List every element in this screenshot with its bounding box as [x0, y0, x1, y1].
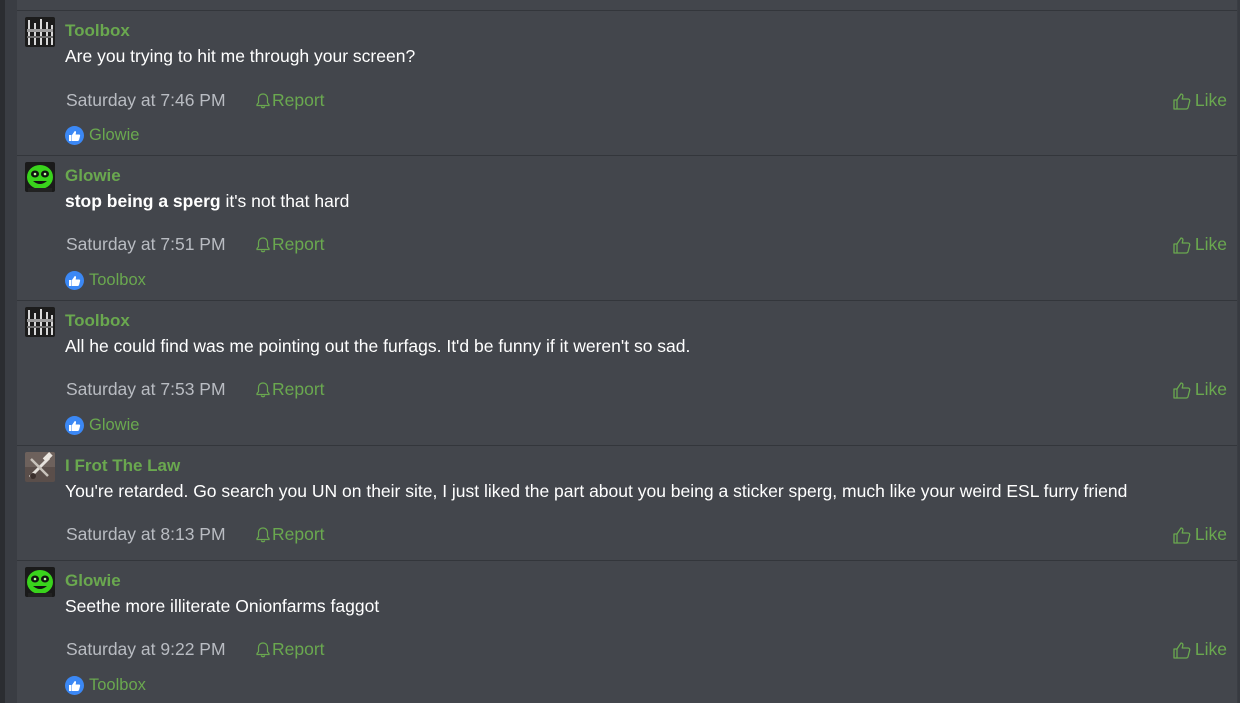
- thumbs-up-icon: [1173, 381, 1191, 399]
- post-username[interactable]: Toolbox: [65, 311, 130, 331]
- post: Glowie Seethe more illiterate Onionfarms…: [17, 561, 1237, 703]
- bell-icon: [256, 526, 270, 542]
- like-label: Like: [1194, 379, 1227, 399]
- post-username[interactable]: Glowie: [65, 166, 121, 186]
- bell-icon: [256, 236, 270, 252]
- post-footer: Saturday at 7:53 PM Report Like: [65, 379, 1227, 403]
- message-bold: stop being a sperg: [65, 191, 221, 211]
- post-timestamp[interactable]: Saturday at 8:13 PM: [66, 524, 226, 545]
- post-username[interactable]: Toolbox: [65, 21, 130, 41]
- like-button[interactable]: Like: [1172, 379, 1227, 400]
- reactions-bar[interactable]: Toolbox: [65, 674, 146, 696]
- toolbox-avatar[interactable]: [25, 17, 55, 47]
- thumbs-up-icon: [1173, 92, 1191, 110]
- reacted-user[interactable]: Glowie: [89, 416, 139, 435]
- message-text: Seethe more illiterate Onionfarms faggot: [65, 596, 380, 616]
- post-timestamp[interactable]: Saturday at 9:22 PM: [66, 639, 226, 660]
- toolbox-avatar[interactable]: [25, 307, 55, 337]
- report-button[interactable]: Report: [255, 639, 325, 660]
- like-reaction-icon: [65, 675, 84, 695]
- reactions-bar[interactable]: Glowie: [65, 414, 139, 436]
- report-button[interactable]: Report: [255, 379, 325, 400]
- like-reaction-icon: [65, 125, 84, 145]
- bell-icon: [256, 641, 270, 657]
- glowie-avatar[interactable]: [25, 567, 55, 597]
- post-footer: Saturday at 7:51 PM Report Like: [65, 234, 1227, 258]
- like-button[interactable]: Like: [1172, 234, 1227, 255]
- like-reaction-icon: [65, 270, 84, 290]
- report-button[interactable]: Report: [255, 524, 325, 545]
- report-label: Report: [272, 639, 325, 659]
- post-message: stop being a sperg it's not that hard: [65, 191, 349, 212]
- post-message: Are you trying to hit me through your sc…: [65, 46, 415, 67]
- post-footer: Saturday at 9:22 PM Report Like: [65, 639, 1227, 663]
- glowie-avatar[interactable]: [25, 162, 55, 192]
- post-message: Seethe more illiterate Onionfarms faggot: [65, 596, 379, 617]
- frot-avatar[interactable]: [25, 452, 55, 482]
- like-reaction-icon: [65, 415, 84, 435]
- post: Glowie stop being a sperg it's not that …: [17, 156, 1237, 301]
- message-text: All he could find was me pointing out th…: [65, 336, 691, 356]
- message-text: it's not that hard: [220, 191, 350, 211]
- thumbs-up-icon: [1173, 526, 1191, 544]
- like-label: Like: [1194, 234, 1227, 254]
- like-label: Like: [1194, 524, 1227, 544]
- left-rail-line: [5, 0, 17, 703]
- like-label: Like: [1194, 90, 1227, 110]
- post-timestamp[interactable]: Saturday at 7:53 PM: [66, 379, 226, 400]
- bell-icon: [256, 92, 270, 108]
- post: I Frot The Law You're retarded. Go searc…: [17, 446, 1237, 561]
- post: Toolbox All he could find was me pointin…: [17, 301, 1237, 446]
- post-username[interactable]: Glowie: [65, 571, 121, 591]
- message-text: Are you trying to hit me through your sc…: [65, 46, 416, 66]
- report-label: Report: [272, 90, 325, 110]
- post-timestamp[interactable]: Saturday at 7:46 PM: [66, 90, 226, 111]
- bell-icon: [256, 381, 270, 397]
- reacted-user[interactable]: Glowie: [89, 126, 139, 145]
- post-footer: Saturday at 8:13 PM Report Like: [65, 524, 1227, 548]
- like-label: Like: [1194, 639, 1227, 659]
- post-timestamp[interactable]: Saturday at 7:51 PM: [66, 234, 226, 255]
- reacted-user[interactable]: Toolbox: [89, 271, 146, 290]
- thumbs-up-icon: [1173, 641, 1191, 659]
- report-label: Report: [272, 524, 325, 544]
- thumbs-up-icon: [1173, 236, 1191, 254]
- post-message: All he could find was me pointing out th…: [65, 336, 690, 357]
- post: Toolbox Are you trying to hit me through…: [17, 11, 1237, 156]
- report-label: Report: [272, 234, 325, 254]
- post-username[interactable]: I Frot The Law: [65, 456, 180, 476]
- reactions-bar[interactable]: Glowie: [65, 124, 139, 146]
- thread-container: Toolbox Are you trying to hit me through…: [17, 0, 1238, 703]
- like-button[interactable]: Like: [1172, 639, 1227, 660]
- report-button[interactable]: Report: [255, 90, 325, 111]
- post-footer: Saturday at 7:46 PM Report Like: [65, 90, 1227, 114]
- message-text: You're retarded. Go search you UN on the…: [65, 481, 1128, 501]
- reacted-user[interactable]: Toolbox: [89, 676, 146, 695]
- report-button[interactable]: Report: [255, 234, 325, 255]
- like-button[interactable]: Like: [1172, 90, 1227, 111]
- post-message: You're retarded. Go search you UN on the…: [65, 481, 1127, 502]
- reactions-bar[interactable]: Toolbox: [65, 269, 146, 291]
- like-button[interactable]: Like: [1172, 524, 1227, 545]
- report-label: Report: [272, 379, 325, 399]
